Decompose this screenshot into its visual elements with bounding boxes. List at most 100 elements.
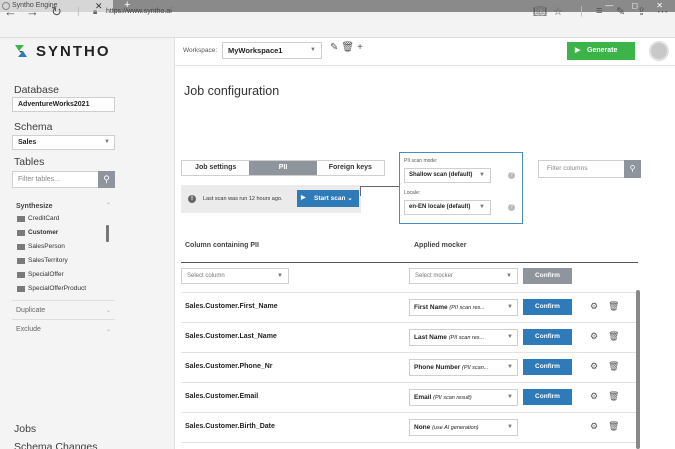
table-row-name: Sales.Customer.Last_Name [185,333,277,340]
trash-icon[interactable]: 🗑︎ [608,361,619,372]
table-row-name: Sales.Customer.Birth_Date [185,423,275,430]
edit-icon[interactable]: ✎ [330,42,341,53]
help-icon[interactable]: ? [508,204,515,211]
confirm-button[interactable]: Confirm [523,389,572,405]
mocker-select[interactable]: Email (PII scan result) ▼ [409,389,518,406]
table-item-label: SpecialOfferProduct [28,285,87,292]
mocker-value: None [414,424,431,431]
trash-icon[interactable]: 🗑︎ [608,421,619,432]
locale-select[interactable]: en-EN locale (default) ▼ [404,200,491,215]
chevron-up-icon[interactable]: ⌃ [106,202,111,209]
address-bar [0,12,675,38]
chevron-down-icon: ▼ [310,47,316,53]
mocker-value: Phone Number [414,364,461,371]
generate-button[interactable]: ▶ Generate [567,42,635,60]
play-icon: ▶ [575,47,581,54]
trash-icon[interactable]: 🗑︎ [608,331,619,342]
back-icon[interactable]: ← [4,5,17,19]
row-divider [181,352,638,353]
column-header-pii: Column containing PII [185,242,259,249]
table-item-label: SalesTerritory [28,257,68,264]
workspace-label: Workspace: [183,47,218,54]
chevron-down-icon: ▼ [504,360,513,375]
schema-changes-link[interactable]: Schema Changes [14,441,97,449]
url-field[interactable]: https://www.syntho.ai [106,8,172,15]
tab-foreign-keys[interactable]: Foreign keys [317,161,384,175]
table-item-customer[interactable]: Customer [17,229,58,236]
confirm-button[interactable]: Confirm [523,299,572,315]
database-select[interactable]: AdventureWorks2021 [12,97,115,112]
mocker-note: (PII scan... [462,365,489,371]
trash-icon[interactable]: 🗑︎ [608,301,619,312]
main-scrollbar[interactable] [636,290,640,449]
mocker-select[interactable]: Last Name (PII scan res... ▼ [409,329,518,346]
group-duplicate-label: Duplicate [16,307,46,314]
note-icon[interactable]: ✎ [616,5,625,18]
gear-icon[interactable]: ⚙ [590,301,598,312]
refresh-icon[interactable]: ↻ [51,5,62,19]
row-divider [181,382,638,383]
chevron-down-icon: ▼ [277,273,283,279]
group-synthesize[interactable]: Synthesize [16,203,53,210]
tab-pii[interactable]: PII [249,161,317,175]
schema-heading: Schema [14,121,53,133]
share-icon[interactable]: ⇪ [637,5,646,18]
select-column-placeholder: Select column [187,273,225,279]
sidebar-scrollbar[interactable] [106,225,109,242]
mocker-select[interactable]: None (use AI generation) ▼ [409,419,518,436]
gear-icon[interactable]: ⚙ [590,421,598,432]
filter-columns-placeholder: Filter columns [547,165,588,172]
filter-columns-input[interactable]: Filter columns ⚲ [538,160,641,178]
mocker-select[interactable]: Phone Number (PII scan... ▼ [409,359,518,376]
select-mocker-dropdown[interactable]: Select mocker ▼ [409,268,518,284]
add-icon[interactable]: + [357,42,366,53]
confirm-button[interactable]: Confirm [523,329,572,345]
group-exclude[interactable]: Exclude [16,326,41,333]
forward-icon[interactable]: → [26,5,39,19]
chevron-down-icon[interactable]: ⌄ [106,326,111,333]
confirm-button[interactable]: Confirm [523,268,572,284]
play-icon: ▶ [301,195,306,201]
jobs-link[interactable]: Jobs [14,423,36,435]
row-divider [181,412,638,413]
search-icon[interactable]: ⚲ [624,160,641,178]
search-icon[interactable]: ⚲ [98,171,115,188]
chevron-down-icon: ▼ [104,139,110,145]
table-item-creditcard[interactable]: CreditCard [17,215,59,222]
config-tabs: Job settings PII Foreign keys [181,160,385,176]
more-icon[interactable]: ⋯ [657,5,668,18]
gear-icon[interactable]: ⚙ [590,331,598,342]
favorite-star-icon[interactable]: ☆ [553,5,563,18]
reading-view-icon[interactable]: 📖︎ [533,5,547,18]
syntho-logo-icon [12,42,30,60]
table-icon [17,215,25,222]
filter-tables-input[interactable]: Filter tables... ⚲ [12,171,115,188]
tab-job-settings[interactable]: Job settings [182,161,249,175]
table-item-specialoffer[interactable]: SpecialOffer [17,271,64,278]
gear-icon[interactable]: ⚙ [590,361,598,372]
chevron-down-icon[interactable]: ⌄ [106,307,111,314]
trash-icon[interactable]: 🗑︎ [608,391,619,402]
gear-icon[interactable]: ⚙ [590,391,598,402]
trash-icon[interactable]: 🗑︎ [341,42,357,53]
hub-icon[interactable]: ≡ [596,5,602,17]
workspace-select[interactable]: MyWorkspace1 ▼ [222,42,322,59]
schema-select[interactable]: Sales ▼ [12,135,115,150]
chevron-down-icon: ▼ [506,273,512,279]
table-item-salesperson[interactable]: SalesPerson [17,243,65,250]
database-heading: Database [14,84,59,96]
table-item-label: Customer [28,229,59,236]
table-item-specialofferproduct[interactable]: SpecialOfferProduct [17,285,86,292]
scan-mode-select[interactable]: Shallow scan (default) ▼ [404,168,491,183]
mocker-select[interactable]: First Name (PII scan res... ▼ [409,299,518,316]
table-row-name: Sales.Customer.First_Name [185,303,278,310]
table-item-salesterritory[interactable]: SalesTerritory [17,257,68,264]
group-duplicate[interactable]: Duplicate [16,307,45,314]
tables-heading: Tables [14,156,45,168]
confirm-button[interactable]: Confirm [523,359,572,375]
connector-line [360,186,399,196]
select-column-dropdown[interactable]: Select column ▼ [181,268,289,284]
avatar[interactable] [649,41,669,61]
start-scan-button[interactable]: ▶ Start scan ⌄ [297,190,359,207]
help-icon[interactable]: ? [508,172,515,179]
